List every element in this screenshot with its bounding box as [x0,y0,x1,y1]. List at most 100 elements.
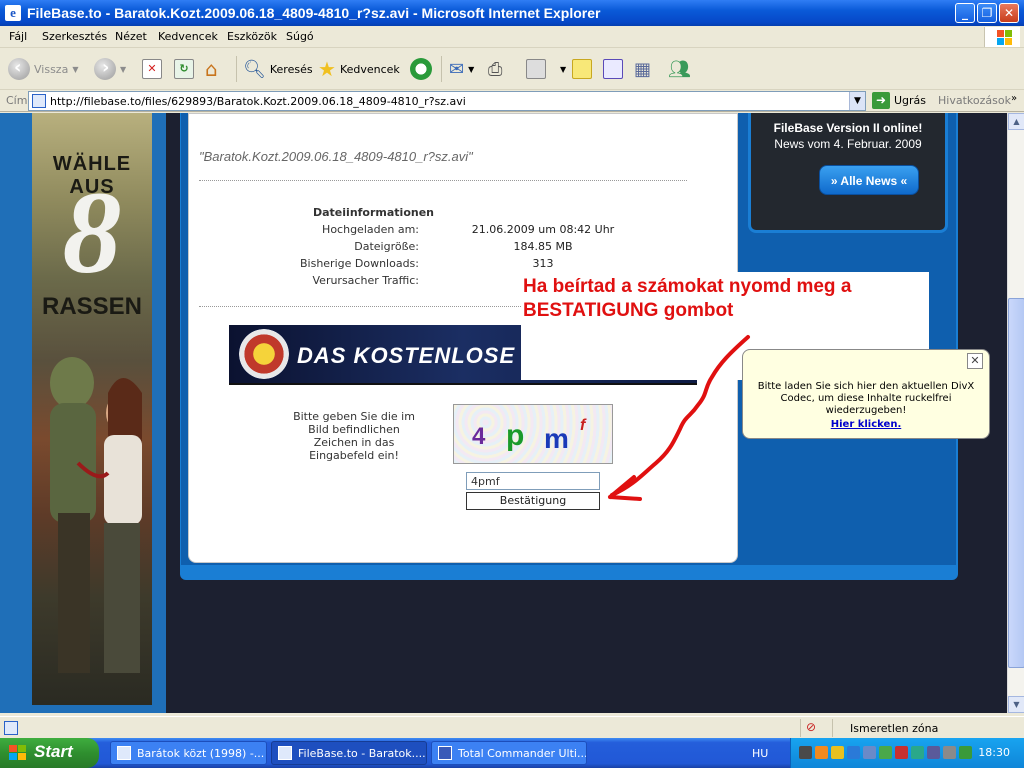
tray-icon[interactable] [879,746,892,759]
go-button[interactable]: ➜ Ugrás [872,92,926,109]
chevron-down-icon: ▼ [560,64,567,74]
scroll-down-icon[interactable]: ▼ [1008,696,1024,713]
banner-number: 8 [62,167,122,298]
favorites-button[interactable]: ★ Kedvencek [318,56,400,82]
page-icon [4,721,18,735]
news-title: FileBase Version II online! [773,121,923,135]
confirm-button[interactable]: Bestätigung [466,492,600,510]
total-commander-icon [438,746,452,760]
info-value-downloads: 313 [532,257,554,270]
network-icon[interactable] [863,746,876,759]
taskbar-item[interactable]: Barátok közt (1998) -... [110,741,267,765]
menu-view[interactable]: Nézet [115,30,147,43]
star-logo-icon [239,329,289,379]
menu-tools[interactable]: Eszközök [227,30,277,43]
favorites-label: Kedvencek [339,62,400,76]
divx-link[interactable]: Hier klicken. [751,419,981,430]
page-viewport: WÄHLE AUS 8 RASSEN "Baratok.Kozt.2009.06… [0,113,1007,713]
left-sidebar: WÄHLE AUS 8 RASSEN [0,113,166,713]
history-button[interactable] [410,56,432,82]
menu-bar: Fájl Szerkesztés Nézet Kedvencek Eszközö… [0,26,1024,48]
game-ad-banner[interactable]: WÄHLE AUS 8 RASSEN [32,113,152,705]
address-label: Cím [6,94,28,107]
toolbar: Vissza ▼ ▼ ✕ ↻ ⌂ 🔍︎ Keresés ★ Kedvencek … [0,48,1024,90]
info-value-uploaded: 21.06.2009 um 08:42 Uhr [471,223,615,236]
file-title: "Baratok.Kozt.2009.06.18_4809-4810_r?sz.… [199,149,473,164]
taskbar-item-label: Total Commander Ulti... [458,747,587,760]
scroll-up-icon[interactable]: ▲ [1008,113,1024,130]
captcha-char: 4 [472,423,486,450]
toolbar-separator [236,56,237,82]
messenger-icon: 👥︎ [668,58,691,80]
captcha-char: m [544,423,569,454]
all-news-button[interactable]: » Alle News « [819,165,919,195]
scroll-thumb[interactable] [1008,298,1024,668]
address-input[interactable]: http://filebase.to/files/629893/Baratok.… [28,91,866,111]
window-title: FileBase.to - Baratok.Kozt.2009.06.18_48… [27,5,601,21]
divx-text: Bitte laden Sie sich hier den aktuellen … [757,381,975,416]
start-button[interactable]: Start [0,738,99,768]
home-button[interactable]: ⌂ [205,56,218,82]
mail-icon: ✉ [449,58,465,80]
research-button[interactable] [603,56,623,82]
messenger-button[interactable]: 👥︎ [668,56,691,82]
volume-icon[interactable] [943,746,956,759]
stop-button[interactable]: ✕ [142,56,162,82]
info-label-uploaded: Hochgeladen am: [322,223,419,236]
home-icon: ⌂ [205,57,218,81]
chevron-right-icon[interactable]: » [1011,93,1017,104]
address-dropdown-icon[interactable]: ▼ [849,92,865,110]
research-icon [603,59,623,79]
maximize-button[interactable]: ❐ [977,3,997,23]
tray-icon[interactable] [911,746,924,759]
address-url: http://filebase.to/files/629893/Baratok.… [50,95,466,108]
taskbar-item[interactable]: Total Commander Ulti... [431,741,587,765]
media-player-icon[interactable] [815,746,828,759]
tray-icon[interactable] [847,746,860,759]
search-icon: 🔍︎ [243,58,266,80]
close-button[interactable]: ✕ [999,3,1019,23]
captcha-input[interactable]: 4pmf [466,472,600,490]
links-label[interactable]: Hivatkozások [938,94,1011,107]
minimize-button[interactable]: _ [955,3,975,23]
shield-icon[interactable] [831,746,844,759]
menu-favorites[interactable]: Kedvencek [158,30,218,43]
menu-file[interactable]: Fájl [9,30,27,43]
chevron-down-icon: ▼ [120,64,127,74]
mail-button[interactable]: ✉ ▼ [449,56,474,82]
print-icon: ⎙ [488,58,503,80]
go-label: Ugrás [894,94,927,107]
banner-artwork [50,357,142,673]
tray-icon[interactable] [799,746,812,759]
tray-icon[interactable] [959,746,972,759]
edit-button[interactable]: ▼ [526,56,566,82]
toolbar-separator [441,56,442,82]
tray-icon[interactable] [895,746,908,759]
discuss-button[interactable] [572,56,592,82]
media-button[interactable]: ▦ [634,56,651,82]
captcha-instruction: Bitte geben Sie die im Bild befindlichen… [293,410,415,462]
forward-button[interactable]: ▼ [94,56,126,82]
taskbar-item[interactable]: FileBase.to - Baratok.... [271,741,427,765]
title-bar: e FileBase.to - Baratok.Kozt.2009.06.18_… [0,0,1024,26]
tray-icon[interactable] [927,746,940,759]
refresh-button[interactable]: ↻ [174,56,194,82]
stop-icon: ✕ [142,59,162,79]
menu-edit[interactable]: Szerkesztés [42,30,107,43]
system-tray: 18:30 [790,738,1024,768]
vertical-scrollbar[interactable]: ▲ ▼ [1007,113,1024,713]
back-button[interactable]: Vissza ▼ [8,56,78,82]
blocked-icon: ⊘ [806,720,817,734]
info-label-size: Dateigröße: [354,240,419,253]
print-button[interactable]: ⎙ [488,56,502,82]
clock: 18:30 [978,746,1010,759]
close-icon[interactable]: ✕ [967,353,983,369]
language-indicator[interactable]: HU [752,747,768,760]
search-button[interactable]: 🔍︎ Keresés [243,56,313,82]
page-icon [32,94,46,108]
star-icon: ★ [318,57,336,81]
ad-banner-text: DAS KOSTENLOSE B [297,343,540,368]
news-subtitle: News vom 4. Februar. 2009 [774,137,922,151]
note-icon [572,59,592,79]
menu-help[interactable]: Súgó [286,30,314,43]
